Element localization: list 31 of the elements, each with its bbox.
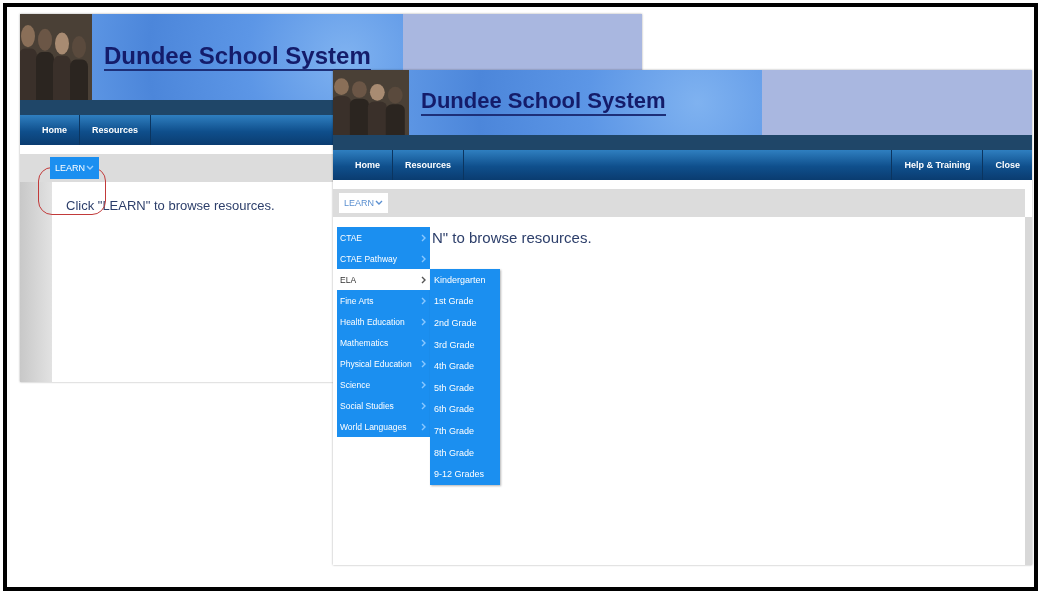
submenu-item[interactable]: Kindergarten bbox=[430, 269, 500, 291]
site-title: Dundee School System bbox=[421, 89, 666, 116]
nav-link[interactable]: Close bbox=[982, 150, 1032, 180]
menu-item[interactable]: Social Studies bbox=[337, 395, 430, 416]
menu-item[interactable]: Science bbox=[337, 374, 430, 395]
submenu-item[interactable]: 5th Grade bbox=[430, 376, 500, 399]
nav-link[interactable]: Home bbox=[30, 115, 80, 145]
nav-link[interactable]: Resources bbox=[393, 150, 465, 180]
nav-link[interactable]: Home bbox=[343, 150, 393, 180]
submenu-item[interactable]: 2nd Grade bbox=[430, 312, 500, 334]
submenu-item[interactable]: 3rd Grade bbox=[430, 333, 500, 356]
menu-item[interactable]: CTAE Pathway bbox=[337, 248, 430, 269]
submenu-item[interactable]: 9-12 Grades bbox=[430, 463, 500, 485]
learn-button[interactable]: LEARN bbox=[339, 193, 388, 213]
menu-item[interactable]: Fine Arts bbox=[337, 290, 430, 311]
menu-item[interactable]: Mathematics bbox=[337, 332, 430, 353]
menu-item[interactable]: Physical Education bbox=[337, 353, 430, 374]
submenu-item[interactable]: 8th Grade bbox=[430, 441, 500, 464]
instruction-text: N" to browse resources. bbox=[432, 229, 592, 246]
learn-button[interactable]: LEARN bbox=[50, 157, 99, 179]
menu-item[interactable]: World Languages bbox=[337, 416, 430, 437]
instruction-text: Click "LEARN" to browse resources. bbox=[66, 198, 275, 213]
menu-item[interactable]: ELA bbox=[337, 269, 430, 290]
submenu-item[interactable]: 6th Grade bbox=[430, 398, 500, 421]
menu-item[interactable]: Health Education bbox=[337, 311, 430, 332]
submenu-item[interactable]: 4th Grade bbox=[430, 355, 500, 377]
submenu-item[interactable]: 7th Grade bbox=[430, 420, 500, 442]
submenu-item[interactable]: 1st Grade bbox=[430, 290, 500, 313]
nav-link[interactable]: Help & Training bbox=[891, 150, 983, 180]
nav-link[interactable]: Resources bbox=[80, 115, 152, 145]
menu-item[interactable]: CTAE bbox=[337, 227, 430, 248]
